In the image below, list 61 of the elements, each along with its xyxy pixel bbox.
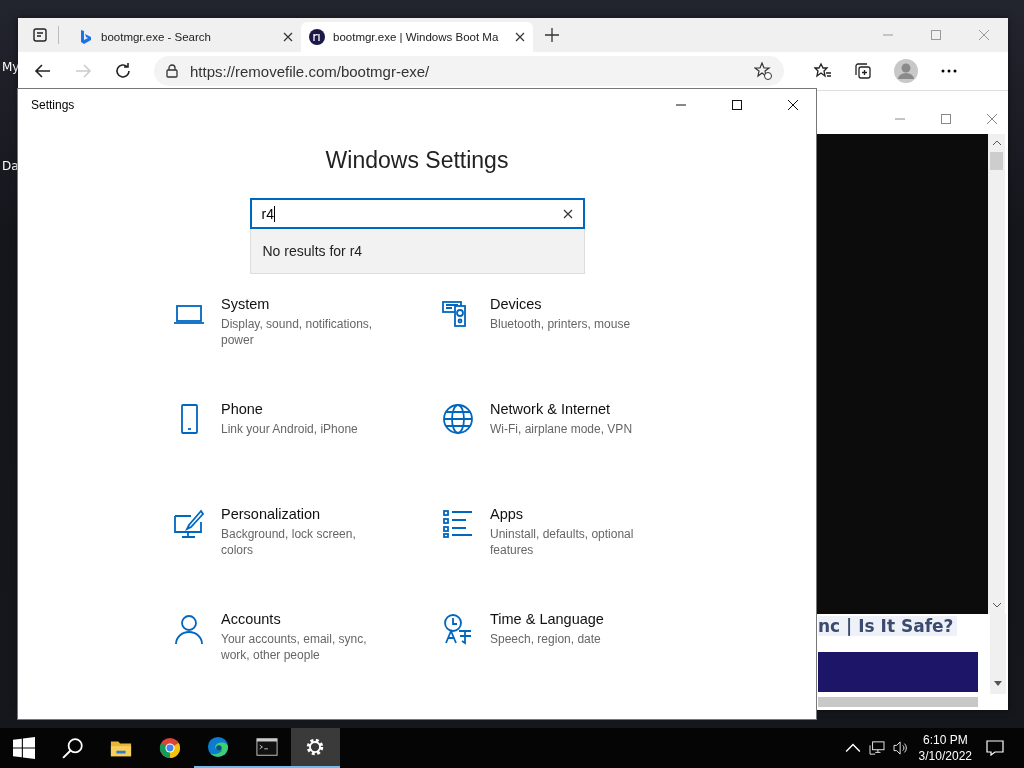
clock-time[interactable]: 6:10 PM bbox=[922, 732, 968, 748]
category-description: Link your Android, iPhone bbox=[221, 421, 359, 437]
collections-icon[interactable] bbox=[854, 62, 872, 80]
network-icon[interactable] bbox=[442, 403, 474, 435]
close-icon[interactable] bbox=[515, 32, 525, 42]
clock-date[interactable]: 3/10/2022 bbox=[918, 748, 972, 764]
category-description: Display, sound, notifications, power bbox=[221, 316, 374, 348]
clear-icon[interactable] bbox=[562, 208, 573, 219]
category-description: Bluetooth, printers, mouse bbox=[490, 316, 632, 332]
caret-icon[interactable] bbox=[844, 741, 861, 755]
close-icon[interactable] bbox=[283, 32, 293, 42]
category-title[interactable]: Time & Language bbox=[490, 611, 680, 627]
category-description: Speech, region, date bbox=[490, 631, 602, 647]
apps-icon[interactable] bbox=[442, 508, 474, 540]
category-title[interactable]: Apps bbox=[490, 506, 680, 522]
refresh-icon[interactable] bbox=[114, 62, 132, 80]
site-icon bbox=[309, 29, 325, 45]
back-icon[interactable] bbox=[34, 62, 52, 80]
search-icon[interactable] bbox=[61, 737, 84, 759]
lock-icon bbox=[166, 64, 178, 78]
chrome-icon bbox=[158, 737, 181, 759]
category-title[interactable]: Accounts bbox=[221, 611, 411, 627]
time-icon[interactable] bbox=[442, 613, 474, 645]
new-tab-icon[interactable] bbox=[545, 28, 559, 42]
favorites-icon[interactable] bbox=[814, 62, 832, 80]
network-icon[interactable] bbox=[868, 741, 885, 755]
search-field[interactable]: r4 bbox=[249, 198, 585, 229]
category-title[interactable]: System bbox=[221, 296, 411, 312]
terminal-icon bbox=[255, 736, 278, 758]
start-icon[interactable] bbox=[13, 737, 36, 759]
settings-taskbar-button[interactable] bbox=[291, 728, 340, 768]
category-title[interactable]: Devices bbox=[490, 296, 680, 312]
profile-icon[interactable] bbox=[894, 59, 918, 83]
desktop-icon-label[interactable]: My bbox=[2, 60, 20, 74]
category-description: Uninstall, defaults, optional features bbox=[490, 526, 635, 558]
volume-icon[interactable] bbox=[892, 741, 909, 755]
category-description: Background, lock screen, colors bbox=[221, 526, 357, 558]
scroll-up-icon[interactable] bbox=[991, 140, 1002, 146]
accounts-icon[interactable] bbox=[173, 613, 205, 645]
search-suggestion: No results for r4 bbox=[249, 229, 585, 274]
close-icon[interactable] bbox=[788, 100, 798, 110]
category-title[interactable]: Network & Internet bbox=[490, 401, 680, 417]
personalization-icon[interactable] bbox=[173, 508, 205, 540]
category-title[interactable]: Phone bbox=[221, 401, 411, 417]
category-title[interactable]: Personalization bbox=[221, 506, 411, 522]
tab-actions-icon[interactable] bbox=[32, 27, 48, 43]
scroll-down-icon[interactable] bbox=[994, 681, 1002, 686]
add-favorite-icon[interactable] bbox=[754, 62, 772, 80]
notifications-icon[interactable] bbox=[986, 740, 1004, 756]
browser-tab[interactable]: bootmgr.exe | Windows Boot Ma bbox=[301, 22, 533, 52]
edge-icon bbox=[207, 736, 230, 758]
maximize-icon[interactable] bbox=[732, 100, 742, 110]
address-bar[interactable]: https://removefile.com/bootmgr-exe/ bbox=[154, 56, 784, 86]
page-heading: Windows Settings bbox=[325, 147, 509, 174]
window-title: Settings bbox=[31, 98, 75, 112]
scroll-thumb[interactable] bbox=[990, 152, 1003, 170]
category-description: Your accounts, email, sync, work, other people bbox=[221, 631, 368, 663]
article-heading: nc | Is It Safe? bbox=[818, 616, 958, 636]
browser-tab[interactable]: bootmgr.exe - Search bbox=[69, 22, 301, 52]
category-description: Wi-Fi, airplane mode, VPN bbox=[490, 421, 634, 437]
scroll-down-icon[interactable] bbox=[991, 602, 1002, 608]
